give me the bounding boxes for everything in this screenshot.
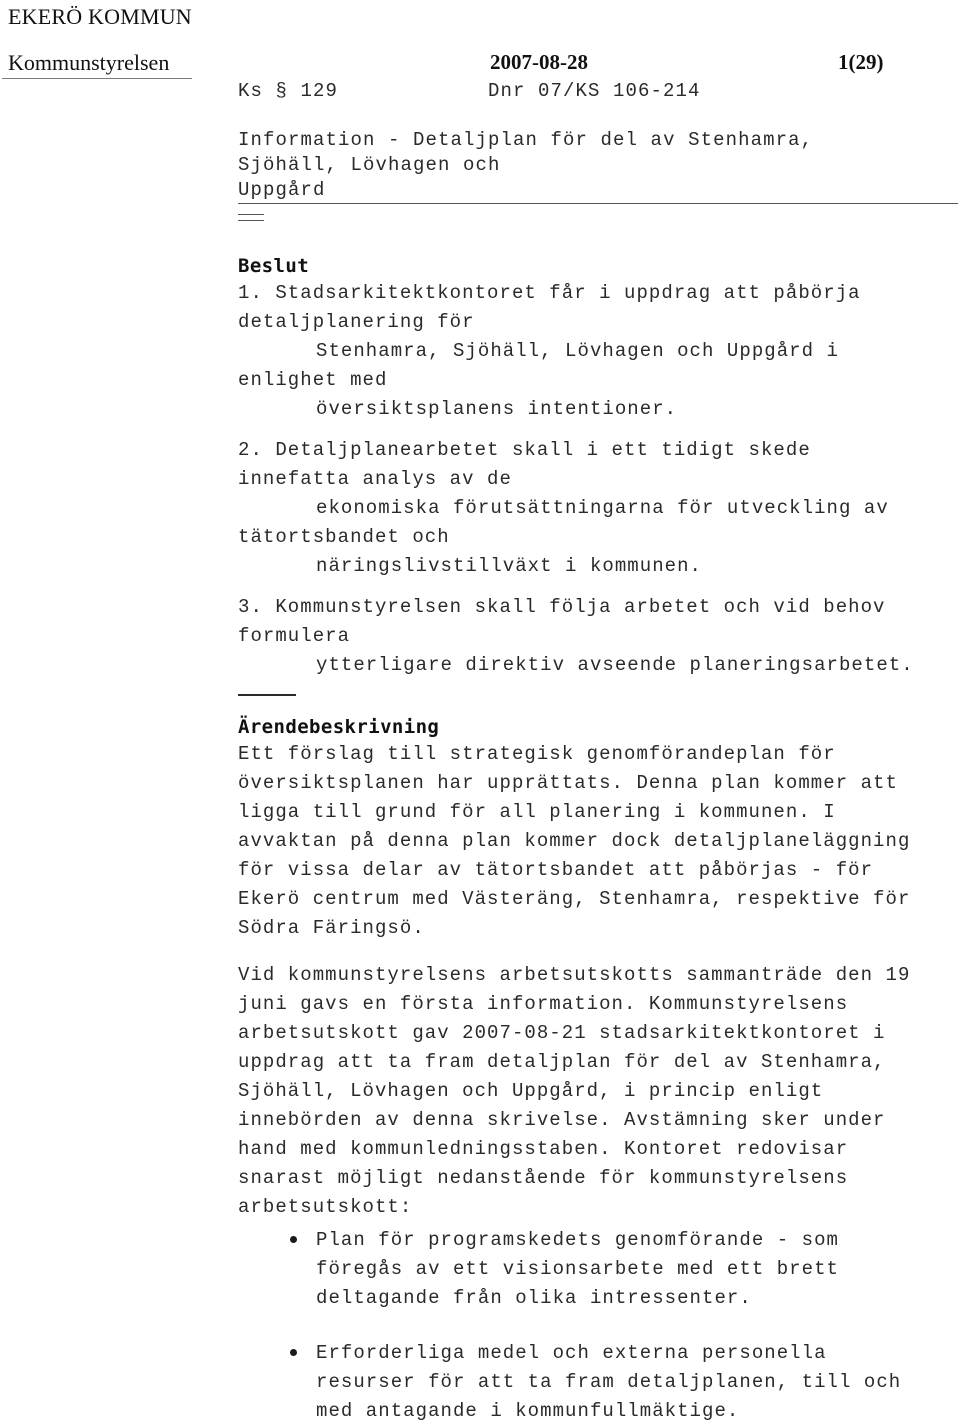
header-body-name: Kommunstyrelsen <box>8 50 170 75</box>
decision-item-1-indented-2: översiktsplanens intentioner. <box>316 398 678 420</box>
paragraph-1-line-5: för vissa delar av tätortsbandet att påb… <box>238 859 874 881</box>
diary-number: Dnr 07/KS 106-214 <box>488 80 701 102</box>
paragraph-1-line-4: avvaktan på denna plan kommer dock detal… <box>238 830 911 852</box>
decision-item-3-indented-1: ytterligare direktiv avseende planerings… <box>316 654 914 676</box>
header-page-number: 1(29) <box>838 50 884 74</box>
list-item: Erforderliga medel och externa personell… <box>238 1339 960 1426</box>
decision-item-1: 1. Stadsarkitektkontoret får i uppdrag a… <box>238 279 960 424</box>
decision-item-3: 3. Kommunstyrelsen skall följa arbetet o… <box>238 593 960 680</box>
paragraph-1-line-6: Ekerö centrum med Västeräng, Stenhamra, … <box>238 888 911 910</box>
bullet-2-line-2: resurser för att ta fram detaljplanen, t… <box>316 1371 902 1393</box>
document-page: EKERÖ KOMMUN Kommunstyrelsen 2007-08-28 … <box>0 0 960 1422</box>
decision-item-1-indented-1: Stenhamra, Sjöhäll, Lövhagen och Uppgård… <box>316 340 839 362</box>
description-paragraph-1: Ett förslag till strategisk genomförande… <box>238 740 960 943</box>
document-title: Information - Detaljplan för del av Sten… <box>238 128 960 203</box>
paragraph-1-line-1: Ett förslag till strategisk genomförande… <box>238 743 836 765</box>
bullet-2-line-1: Erforderliga medel och externa personell… <box>316 1342 827 1364</box>
paragraph-1-line-7: Södra Färingsö. <box>238 917 425 939</box>
paragraph-2-line-9: arbetsutskott: <box>238 1196 413 1218</box>
decision-item-1-second: detaljplanering för <box>238 311 475 333</box>
double-rule-mark <box>238 214 264 221</box>
decision-item-2: 2. Detaljplanearbetet skall i ett tidigt… <box>238 436 960 581</box>
paragraph-2-line-2: juni gavs en första information. Kommuns… <box>238 993 849 1015</box>
decision-item-3-lead: 3. Kommunstyrelsen skall följa arbetet o… <box>238 596 886 618</box>
section-heading-arendebeskrivning: Ärendebeskrivning <box>238 716 440 738</box>
document-header: Kommunstyrelsen 2007-08-28 1(29) <box>0 50 960 80</box>
document-body: Beslut 1. Stadsarkitektkontoret får i up… <box>238 253 960 1426</box>
paragraph-2-line-1: Vid kommunstyrelsens arbetsutskotts samm… <box>238 964 911 986</box>
paragraph-2-line-5: Sjöhäll, Lövhagen och Uppgård, i princip… <box>238 1080 824 1102</box>
bullet-dot-icon <box>290 1349 297 1356</box>
decision-item-2-indented-2: näringslivstillväxt i kommunen. <box>316 555 703 577</box>
header-underline-rule <box>2 78 192 79</box>
section-heading-beslut: Beslut <box>238 255 310 277</box>
case-number: Ks § 129 <box>238 80 339 102</box>
bullet-dot-icon <box>290 1236 297 1243</box>
decision-item-3-second: formulera <box>238 625 351 647</box>
paragraph-1-line-2: översiktsplanen har upprättats. Denna pl… <box>238 772 898 794</box>
title-underline-rule <box>238 203 958 204</box>
decision-item-2-second: innefatta analys av de <box>238 468 512 490</box>
paragraph-2-line-4: uppdrag att ta fram detaljplan för del a… <box>238 1051 886 1073</box>
bullet-1-line-3: deltagande från olika intressenter. <box>316 1287 752 1309</box>
title-line-1: Information - Detaljplan för del av Sten… <box>238 129 814 151</box>
bullet-1-line-2: föregås av ett visionsarbete med ett bre… <box>316 1258 839 1280</box>
paragraph-2-line-8: snarast möjligt nedanstående för kommuns… <box>238 1167 849 1189</box>
decision-item-2-third: tätortsbandet och <box>238 526 450 548</box>
paragraph-2-line-7: hand med kommunledningsstaben. Kontoret … <box>238 1138 849 1160</box>
bullet-1-line-1: Plan för programskedets genomförande - s… <box>316 1229 839 1251</box>
bullet-2-line-3: med antagande i kommunfullmäktige. <box>316 1400 740 1422</box>
title-line-2: Sjöhäll, Lövhagen och <box>238 154 501 176</box>
header-date: 2007-08-28 <box>490 50 588 74</box>
title-line-3: Uppgård <box>238 179 326 201</box>
list-item: Plan för programskedets genomförande - s… <box>238 1226 960 1313</box>
decision-item-2-indented-1: ekonomiska förutsättningarna för utveckl… <box>316 497 889 519</box>
decision-item-1-third: enlighet med <box>238 369 388 391</box>
reference-line: Ks § 129 Dnr 07/KS 106-214 <box>0 80 960 106</box>
masthead-title: EKERÖ KOMMUN <box>8 4 192 29</box>
paragraph-2-line-3: arbetsutskott gav 2007-08-21 stadsarkite… <box>238 1022 886 1044</box>
paragraph-2-line-6: innebörden av denna skrivelse. Avstämnin… <box>238 1109 886 1131</box>
paragraph-1-line-3: ligga till grund för all planering i kom… <box>238 801 836 823</box>
description-paragraph-2: Vid kommunstyrelsens arbetsutskotts samm… <box>238 961 960 1222</box>
decision-item-2-lead: 2. Detaljplanearbetet skall i ett tidigt… <box>238 439 811 461</box>
decision-item-1-lead: 1. Stadsarkitektkontoret får i uppdrag a… <box>238 282 861 304</box>
